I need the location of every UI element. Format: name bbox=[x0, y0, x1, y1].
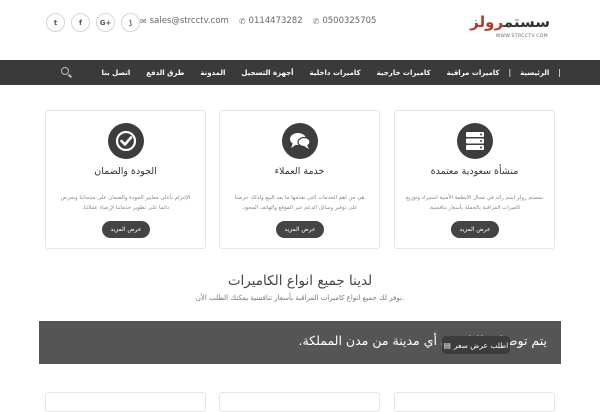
nav-item-blog[interactable]: المدونة bbox=[192, 69, 233, 77]
view-more-button[interactable]: عرض المزيد bbox=[276, 221, 324, 238]
email-contact[interactable]: ✉ sales@strcctv.com bbox=[140, 16, 229, 26]
server-icon bbox=[457, 123, 493, 159]
logo-wordmark: سستمرولز bbox=[470, 13, 550, 31]
phone-contact-2[interactable]: ✆ 0500325705 bbox=[313, 16, 377, 26]
chat-icon bbox=[282, 123, 318, 159]
contact-info: ✉ sales@strcctv.com ✆ 0114473282 ✆ 05003… bbox=[140, 16, 380, 26]
nav-item-contact[interactable]: اتصل بنا bbox=[94, 69, 139, 77]
card-title: منشأة سعودية معتمدة bbox=[430, 166, 519, 177]
request-quote-button[interactable]: ▤ اطلب عرض سعر bbox=[442, 336, 510, 354]
section-subtitle: نوفر لك جميع انواع كاميرات المراقبة بأسع… bbox=[195, 294, 405, 302]
nav-item-payment-methods[interactable]: طرق الدفع bbox=[138, 69, 192, 77]
top-bar: t f G+ ⟆ ✉ sales@strcctv.com ✆ 011447328… bbox=[0, 0, 600, 60]
nav-separator: | bbox=[558, 68, 561, 77]
card-text: سستم رولز اسم رائد في مجال الانظمة الأمن… bbox=[406, 195, 543, 211]
feature-card-certified: منشأة سعودية معتمدة سستم رولز اسم رائد ف… bbox=[394, 110, 555, 249]
bottom-card bbox=[45, 392, 206, 412]
nav-menu: | الرئيسية | كاميرات مراقبة كاميرات خارج… bbox=[94, 60, 562, 85]
nav-item-recorders[interactable]: أجهزة التسجيل bbox=[233, 69, 301, 77]
nav-item-home[interactable]: الرئيسية bbox=[512, 69, 557, 77]
request-quote-label: اطلب عرض سعر bbox=[453, 340, 509, 350]
check-icon bbox=[108, 123, 144, 159]
quote-icon: ▤ bbox=[443, 340, 451, 350]
card-title: خدمة العملاء bbox=[274, 166, 325, 177]
google-plus-icon[interactable]: G+ bbox=[96, 13, 115, 32]
social-links: t f G+ ⟆ bbox=[46, 13, 140, 32]
site-logo[interactable]: سستمرولز WWW.STRCCTV.COM bbox=[470, 10, 556, 46]
feature-card-quality: الجودة والضمان الإلتزام بأعلى معايير الج… bbox=[45, 110, 206, 249]
card-text: الإلتزام بأعلى معايير الجودة والضمان على… bbox=[60, 195, 191, 211]
email-text: sales@strcctv.com bbox=[149, 16, 229, 26]
logo-url: WWW.STRCCTV.COM bbox=[495, 34, 548, 39]
card-title: الجودة والضمان bbox=[94, 166, 157, 177]
twitter-icon[interactable]: t bbox=[46, 13, 65, 32]
phone-text-1: 0114473282 bbox=[248, 16, 303, 26]
feature-card-customer-service: خدمة العملاء هي من اهم الخدمات التي نقدم… bbox=[219, 110, 380, 249]
search-icon[interactable] bbox=[60, 66, 73, 79]
section-title: لدينا جميع انواع الكاميرات bbox=[227, 273, 373, 289]
bottom-card bbox=[219, 392, 380, 412]
bottom-card bbox=[394, 392, 555, 412]
facebook-icon[interactable]: f bbox=[71, 13, 90, 32]
main-navigation: | الرئيسية | كاميرات مراقبة كاميرات خارج… bbox=[0, 60, 600, 85]
view-more-button[interactable]: عرض المزيد bbox=[451, 221, 499, 238]
nav-item-indoor-cameras[interactable]: كاميرات داخلية bbox=[302, 69, 369, 77]
card-text: هي من اهم الخدمات التي نقدمها ما بعد الب… bbox=[234, 195, 365, 211]
nav-item-surveillance-cameras[interactable]: كاميرات مراقبة bbox=[439, 69, 508, 77]
phone-text-2: 0500325705 bbox=[322, 16, 377, 26]
phone-icon: ✆ bbox=[238, 16, 246, 26]
phone-contact-1[interactable]: ✆ 0114473282 bbox=[239, 16, 303, 26]
view-more-button[interactable]: عرض المزيد bbox=[102, 221, 150, 238]
envelope-icon: ✉ bbox=[140, 16, 147, 26]
phone-icon: ✆ bbox=[312, 16, 320, 26]
nav-item-outdoor-cameras[interactable]: كاميرات خارجية bbox=[369, 69, 439, 77]
rss-icon[interactable]: ⟆ bbox=[121, 13, 140, 32]
